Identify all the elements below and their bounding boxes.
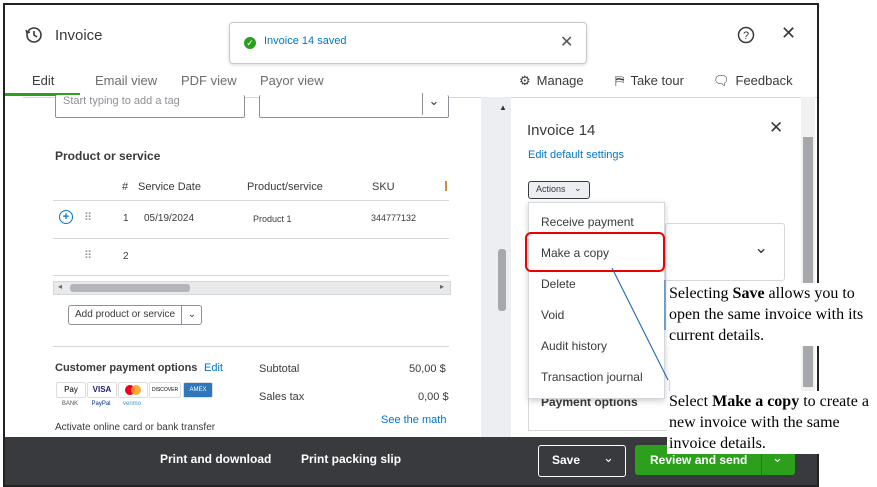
copy-annotation: Select Make a copy to create a new invoi… <box>667 391 869 454</box>
copy-connector-line <box>611 267 669 381</box>
save-annotation: Selecting Save allows you to open the sa… <box>667 283 864 346</box>
